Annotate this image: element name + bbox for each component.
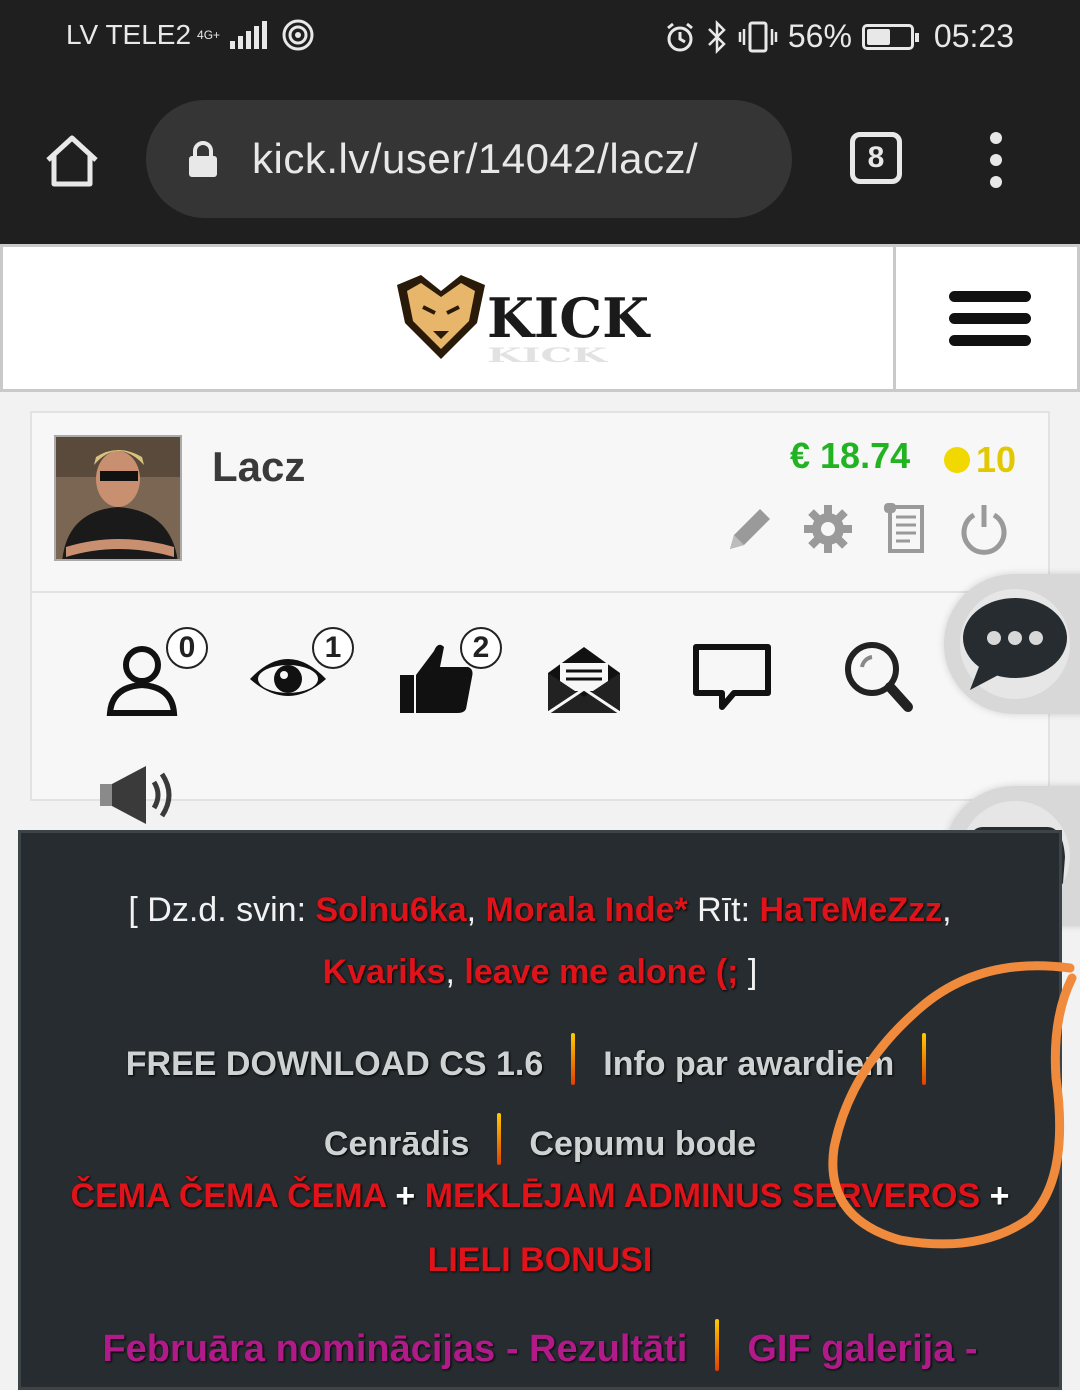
- edit-pencil-icon[interactable]: [722, 501, 778, 557]
- speech-bubble-icon: [693, 644, 771, 710]
- views-button[interactable]: 1: [246, 627, 354, 717]
- kick-logo[interactable]: KICK KICK: [391, 269, 701, 373]
- link-separator: [497, 1113, 502, 1165]
- site-header: KICK KICK: [0, 244, 1080, 392]
- gif-gallery-link[interactable]: GIF galerija -: [747, 1328, 977, 1370]
- birthday-user-link[interactable]: Morala Inde*: [486, 891, 688, 929]
- admins-wanted-link[interactable]: MEKLĒJAM ADMINUS SERVEROS: [425, 1177, 980, 1215]
- logo-reflection: KICK: [487, 344, 609, 367]
- tomorrow-label: Rīt:: [687, 891, 760, 929]
- mail-icon: [547, 647, 621, 715]
- views-count-badge: 1: [312, 627, 354, 669]
- more-options-icon[interactable]: [984, 132, 1008, 188]
- carrier-name: LV TELE2: [66, 19, 192, 50]
- cema-link[interactable]: ČEMA ČEMA ČEMA: [71, 1177, 386, 1215]
- plus-separator: +: [980, 1177, 1010, 1215]
- comma-separator: ,: [445, 953, 465, 991]
- site-menu-button[interactable]: [893, 244, 1080, 392]
- alarm-icon: [666, 22, 693, 51]
- february-nominations-link[interactable]: Februāra nominācijas - Rezultāti: [102, 1328, 687, 1370]
- network-type: 4G+: [197, 28, 221, 42]
- nav-links-row-1: FREE DOWNLOAD CS 1.6 Info par awardiem: [21, 1033, 1059, 1085]
- profile-username: Lacz: [212, 443, 306, 490]
- comma-separator: ,: [942, 891, 952, 929]
- status-right: 56% 05:23: [664, 18, 1014, 55]
- pink-links-row: Februāra nominācijas - Rezultāti GIF gale…: [21, 1319, 1059, 1371]
- likes-count-badge: 2: [460, 627, 502, 669]
- link-separator: [922, 1033, 927, 1085]
- chat-button[interactable]: [690, 633, 774, 717]
- cookie-shop-link[interactable]: Cepumu bode: [529, 1125, 756, 1163]
- address-bar[interactable]: kick.lv/user/14042/lacz/: [146, 100, 792, 218]
- birthday-user-link[interactable]: leave me alone (;: [464, 953, 738, 991]
- logout-power-icon[interactable]: [956, 501, 1012, 557]
- scroll-document-icon[interactable]: [878, 501, 934, 557]
- notice-panel: [ Dz.d. svin: Solnu6ka, Morala Inde* Rīt…: [18, 830, 1062, 1390]
- url-text: kick.lv/user/14042/lacz/: [252, 135, 699, 182]
- bluetooth-icon: [707, 19, 726, 54]
- megaphone-icon[interactable]: [98, 760, 180, 830]
- birthdays-line-continued: Kvariks, leave me alone (; ]: [21, 953, 1059, 992]
- birthday-user-link[interactable]: Kvariks: [323, 953, 446, 991]
- profile-action-icons: 0 1 2: [92, 613, 972, 733]
- home-icon[interactable]: [40, 130, 104, 194]
- chat-dots-icon: [963, 598, 1067, 690]
- tab-switcher-button[interactable]: 8: [850, 132, 902, 184]
- profile-points: 10: [944, 439, 1016, 481]
- profile-balance: € 18.74: [790, 435, 911, 476]
- lock-icon: [189, 141, 217, 177]
- points-value: 10: [976, 439, 1017, 480]
- search-icon: [845, 642, 913, 712]
- vibrate-icon: [738, 21, 778, 52]
- awards-info-link[interactable]: Info par awardiem: [603, 1045, 894, 1083]
- bonus-link-row: LIELI BONUSI: [21, 1241, 1059, 1280]
- birthdays-line: [ Dz.d. svin: Solnu6ka, Morala Inde* Rīt…: [21, 891, 1059, 930]
- price-list-link[interactable]: Cenrādis: [324, 1125, 470, 1163]
- clock: 05:23: [933, 18, 1014, 54]
- link-separator: [715, 1319, 720, 1371]
- settings-gear-icon[interactable]: [800, 501, 856, 557]
- birthday-user-link[interactable]: HaTeMeZzz: [760, 891, 943, 929]
- battery-icon: [861, 23, 919, 50]
- hotspot-icon: [282, 19, 314, 51]
- status-left: LV TELE2 4G+: [66, 18, 315, 52]
- browser-toolbar: kick.lv/user/14042/lacz/ 8: [0, 80, 1080, 244]
- logo-text: KICK: [487, 286, 651, 350]
- profile-header: Lacz € 18.74 10: [32, 413, 1048, 593]
- comma-separator: ,: [466, 891, 486, 929]
- signal-icon: [230, 21, 268, 49]
- birthdays-label: [ Dz.d. svin:: [128, 891, 316, 929]
- birthday-user-link[interactable]: Solnu6ka: [315, 891, 466, 929]
- coin-icon: [944, 447, 970, 473]
- avatar[interactable]: [54, 435, 182, 561]
- search-button[interactable]: [838, 633, 922, 717]
- nav-links-row-2: Cenrādis Cepumu bode: [21, 1113, 1059, 1165]
- profile-card: Lacz € 18.74 10 0 1 2: [30, 411, 1050, 801]
- profile-tools: [722, 501, 1012, 557]
- status-bar: LV TELE2 4G+ 56% 05:23: [0, 0, 1080, 80]
- mail-button[interactable]: [542, 633, 626, 717]
- friends-button[interactable]: 0: [100, 627, 208, 717]
- promo-links-row: ČEMA ČEMA ČEMA + MEKLĒJAM ADMINUS SERVER…: [21, 1177, 1059, 1216]
- plus-separator: +: [385, 1177, 425, 1215]
- friends-count-badge: 0: [166, 627, 208, 669]
- birthdays-close: ]: [738, 953, 758, 991]
- battery-percent: 56%: [787, 18, 852, 54]
- big-bonuses-link[interactable]: LIELI BONUSI: [428, 1241, 653, 1279]
- likes-button[interactable]: 2: [394, 627, 502, 717]
- floating-chat-button[interactable]: [944, 574, 1080, 714]
- free-download-link[interactable]: FREE DOWNLOAD CS 1.6: [126, 1045, 543, 1083]
- link-separator: [571, 1033, 576, 1085]
